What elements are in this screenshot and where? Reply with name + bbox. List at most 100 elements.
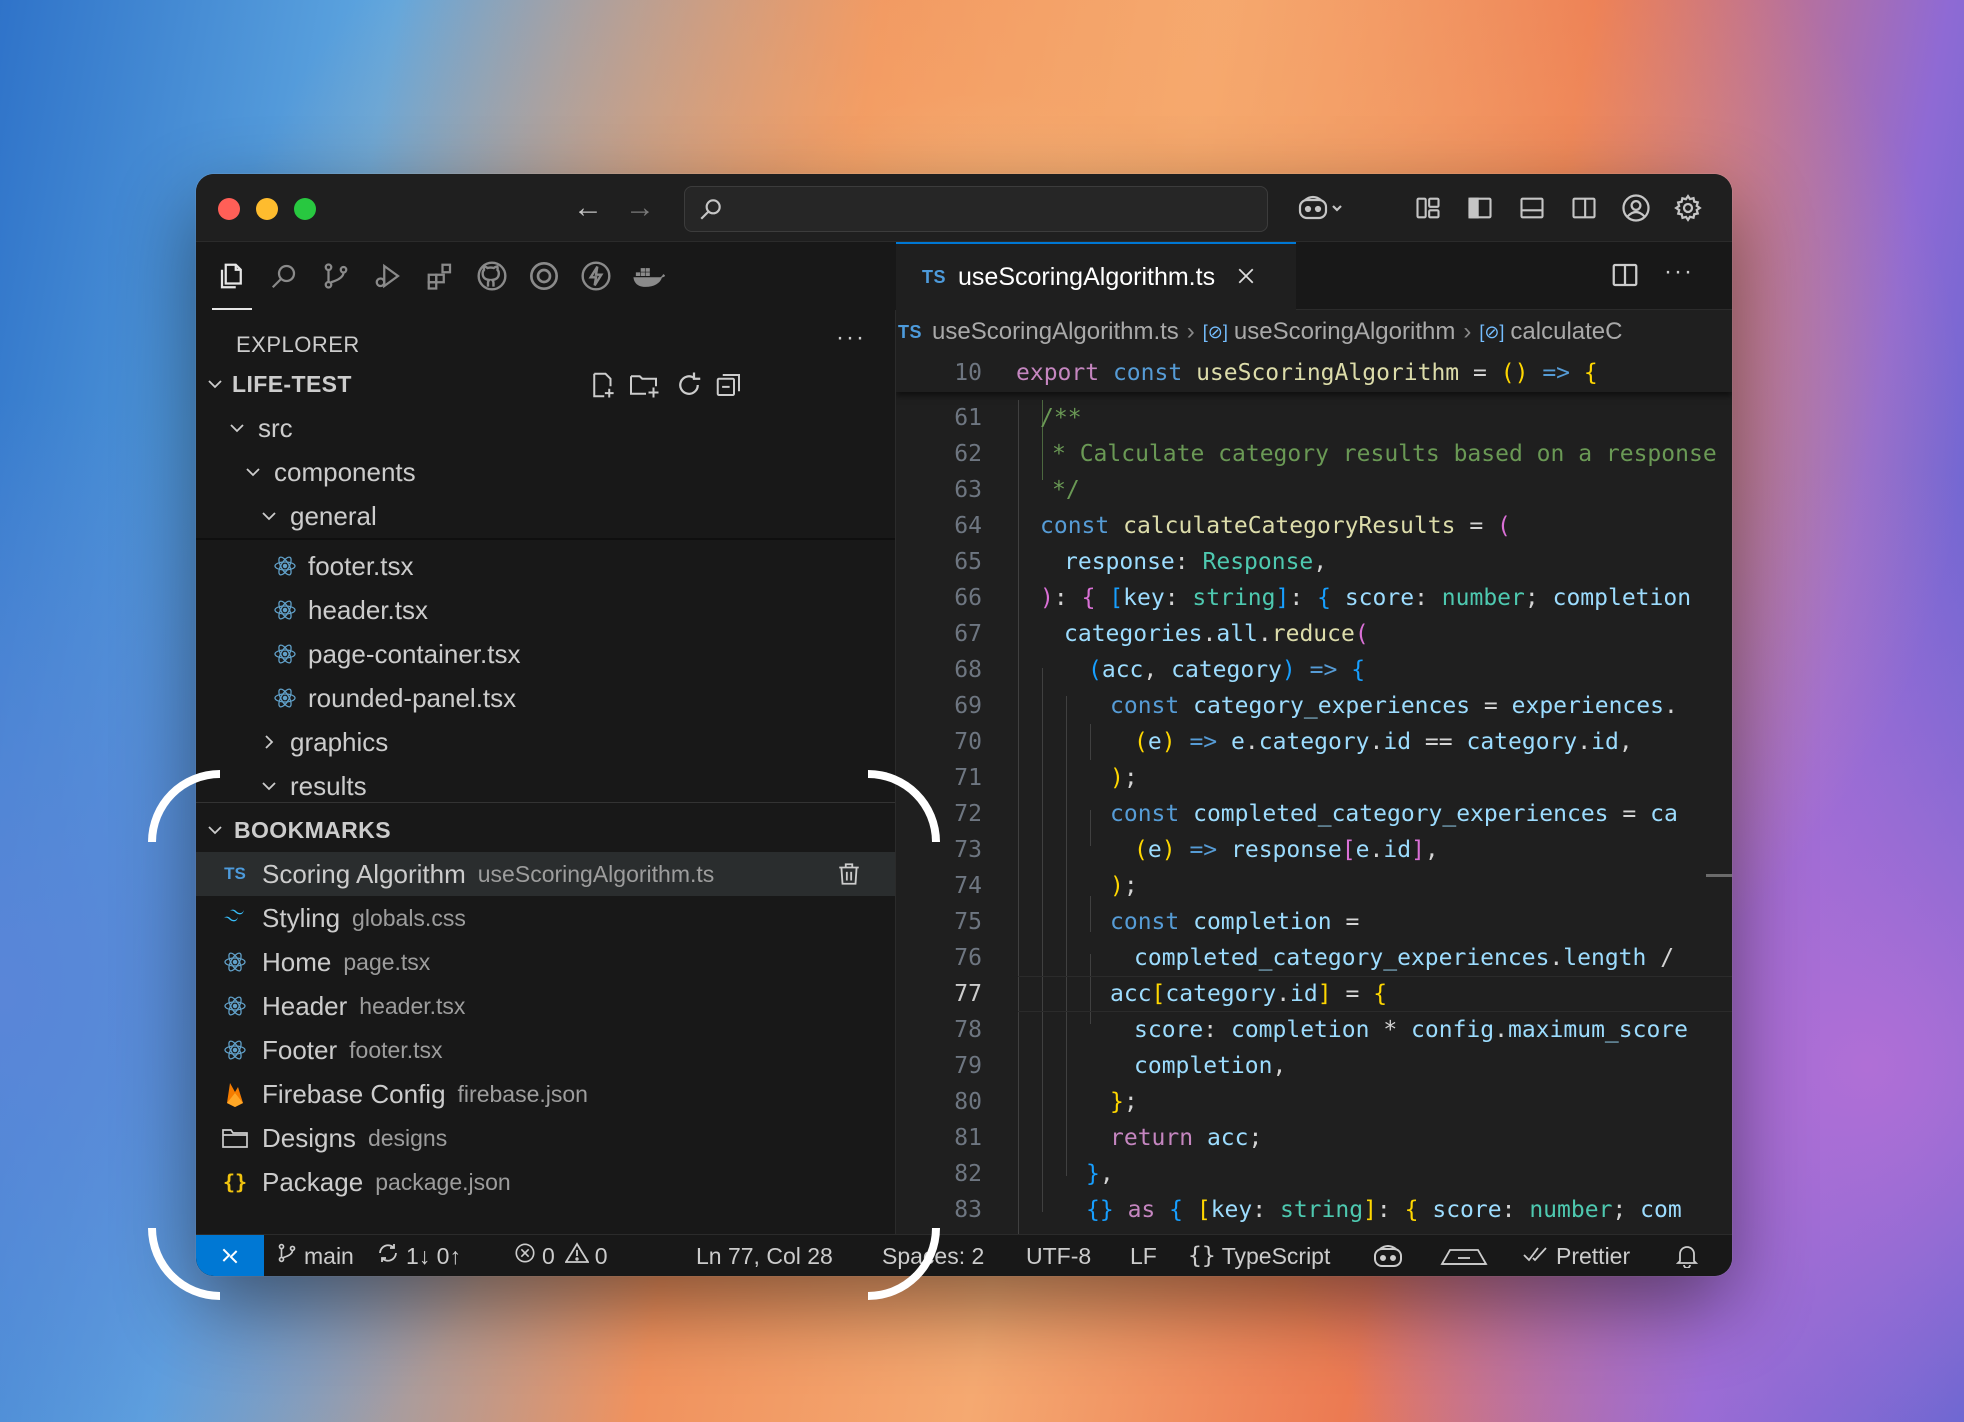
code-line[interactable]: 78 score: completion * config.maximum_sco…	[896, 1012, 1732, 1048]
tree-file-page-container[interactable]: page-container.tsx	[196, 632, 895, 676]
line-number: 80	[954, 1089, 982, 1115]
toggle-primary-sidebar-icon[interactable]	[1462, 190, 1498, 226]
tree-folder-components[interactable]: components	[196, 450, 895, 494]
tab-useScoringAlgorithm[interactable]: TS useScoringAlgorithm.ts	[896, 242, 1296, 310]
code-line[interactable]: 75 const completion =	[896, 904, 1732, 940]
code-line[interactable]: 74);	[896, 868, 1732, 904]
bookmark-item[interactable]: Styling globals.css	[196, 896, 895, 940]
language-mode[interactable]: {} TypeScript	[1188, 1235, 1330, 1276]
customize-layout-icon[interactable]	[1410, 190, 1446, 226]
command-center-search[interactable]	[684, 186, 1268, 232]
problems-indicator[interactable]: 0 0	[514, 1235, 608, 1276]
code-text: completion,	[1134, 1053, 1287, 1079]
back-arrow-icon[interactable]: ←	[570, 190, 606, 226]
breadcrumb-file[interactable]: useScoringAlgorithm.ts	[932, 318, 1179, 346]
branch-indicator[interactable]: main	[276, 1235, 354, 1276]
close-icon[interactable]	[1237, 263, 1255, 292]
run-debug-icon[interactable]	[368, 256, 408, 296]
bookmark-item[interactable]: Home page.tsx	[196, 940, 895, 984]
remote-explorer-icon[interactable]	[524, 256, 564, 296]
extensions-icon[interactable]	[420, 256, 460, 296]
code-line[interactable]: 67 categories.all.reduce(	[896, 616, 1732, 652]
settings-gear-icon[interactable]	[1670, 190, 1706, 226]
breadcrumb-symbol[interactable]: calculateC	[1510, 318, 1622, 346]
sticky-scroll-line[interactable]: 10 export const useScoringAlgorithm = ()…	[896, 354, 1732, 392]
new-file-icon[interactable]	[588, 370, 618, 407]
source-control-icon[interactable]	[316, 256, 356, 296]
code-line[interactable]: 80};	[896, 1084, 1732, 1120]
code-line[interactable]: 82},	[896, 1156, 1732, 1192]
github-icon[interactable]	[472, 256, 512, 296]
search-icon[interactable]	[264, 256, 304, 296]
forward-arrow-icon[interactable]: →	[622, 190, 658, 226]
code-line[interactable]: 65 response: Response,	[896, 544, 1732, 580]
toggle-secondary-sidebar-icon[interactable]	[1566, 190, 1602, 226]
collapse-all-icon[interactable]	[714, 370, 744, 407]
bookmark-item[interactable]: Header header.tsx	[196, 984, 895, 1028]
lightning-extension-icon[interactable]	[576, 256, 616, 296]
account-icon[interactable]	[1618, 190, 1654, 226]
notifications-bell-icon[interactable]	[1676, 1235, 1698, 1276]
trash-icon[interactable]	[836, 860, 862, 895]
code-line[interactable]: 63 */	[896, 472, 1732, 508]
editor-more-actions-icon[interactable]: ···	[1664, 258, 1694, 286]
code-line[interactable]: 61 /**	[896, 400, 1732, 436]
minimize-window-button[interactable]	[256, 198, 278, 220]
tree-folder-src[interactable]: src	[196, 406, 895, 450]
code-line[interactable]: 76 completed_category_experiences.length …	[896, 940, 1732, 976]
cursor-position[interactable]: Ln 77, Col 28	[696, 1235, 833, 1276]
code-line[interactable]: 83 {} as { [key: string]: { score: number…	[896, 1192, 1732, 1228]
split-editor-icon[interactable]	[1610, 260, 1640, 295]
bookmark-item[interactable]: {} Package package.json	[196, 1160, 895, 1204]
code-line[interactable]: 64 const calculateCategoryResults = (	[896, 508, 1732, 544]
code-line[interactable]: 66): { [key: string]: { score: number; c…	[896, 580, 1732, 616]
bookmarks-section-header[interactable]: BOOKMARKS	[196, 808, 895, 852]
code-line[interactable]: 77 acc[category.id] = {	[896, 976, 1732, 1012]
tree-file-rounded-panel[interactable]: rounded-panel.tsx	[196, 676, 895, 720]
copilot-status-icon[interactable]	[1372, 1235, 1404, 1276]
copilot-menu-icon[interactable]	[1294, 190, 1350, 226]
explorer-files-icon[interactable]	[212, 256, 252, 296]
code-line[interactable]: 62 * Calculate category results based on …	[896, 436, 1732, 472]
code-text: const category_experiences = experiences…	[1110, 693, 1678, 719]
tree-folder-graphics[interactable]: graphics	[196, 720, 895, 764]
line-number: 69	[954, 693, 982, 719]
bookmark-item[interactable]: Firebase Config firebase.json	[196, 1072, 895, 1116]
sync-indicator[interactable]: 1↓ 0↑	[376, 1235, 461, 1276]
breadcrumb-symbol[interactable]: useScoringAlgorithm	[1234, 318, 1455, 346]
line-number: 82	[954, 1161, 982, 1187]
bookmark-item[interactable]: TS Scoring Algorithm useScoringAlgorithm…	[196, 852, 895, 896]
code-line[interactable]: 68 (acc, category) => {	[896, 652, 1732, 688]
focus-bracket-bottom-right	[868, 1228, 940, 1300]
new-folder-icon[interactable]	[628, 370, 664, 407]
refresh-icon[interactable]	[674, 370, 704, 407]
tree-file-header[interactable]: header.tsx	[196, 588, 895, 632]
code-line[interactable]: 79 completion,	[896, 1048, 1732, 1084]
code-text: const completed_category_experiences = c…	[1110, 801, 1678, 827]
more-actions-icon[interactable]: ···	[836, 324, 866, 352]
live-share-icon[interactable]	[1440, 1235, 1488, 1276]
code-line[interactable]: 70 (e) => e.category.id == category.id,	[896, 724, 1732, 760]
tree-folder-general[interactable]: general	[196, 494, 895, 538]
folder-header-life-test[interactable]: LIFE-TEST	[196, 362, 895, 406]
warning-count: 0	[594, 1242, 608, 1269]
toggle-panel-icon[interactable]	[1514, 190, 1550, 226]
code-editor[interactable]: 10 export const useScoringAlgorithm = ()…	[896, 354, 1732, 1234]
tree-file-footer[interactable]: footer.tsx	[196, 544, 895, 588]
code-line[interactable]: 81 return acc;	[896, 1120, 1732, 1156]
code-line[interactable]: 72 const completed_category_experiences =…	[896, 796, 1732, 832]
bookmark-item[interactable]: Designs designs	[196, 1116, 895, 1160]
eol-indicator[interactable]: LF	[1130, 1235, 1157, 1276]
branch-name: main	[304, 1242, 354, 1269]
code-line[interactable]: 71);	[896, 760, 1732, 796]
symbol-variable-icon: [⊘]	[1479, 321, 1505, 342]
bookmark-item[interactable]: Footer footer.tsx	[196, 1028, 895, 1072]
code-line[interactable]: 73 (e) => response[e.id],	[896, 832, 1732, 868]
prettier-indicator[interactable]: Prettier	[1522, 1235, 1630, 1276]
code-line[interactable]: 69 const category_experiences = experienc…	[896, 688, 1732, 724]
encoding-indicator[interactable]: UTF-8	[1026, 1235, 1091, 1276]
maximize-window-button[interactable]	[294, 198, 316, 220]
breadcrumb: TS useScoringAlgorithm.ts › [⊘] useScori…	[896, 310, 1732, 354]
close-window-button[interactable]	[218, 198, 240, 220]
docker-icon[interactable]	[628, 256, 668, 296]
